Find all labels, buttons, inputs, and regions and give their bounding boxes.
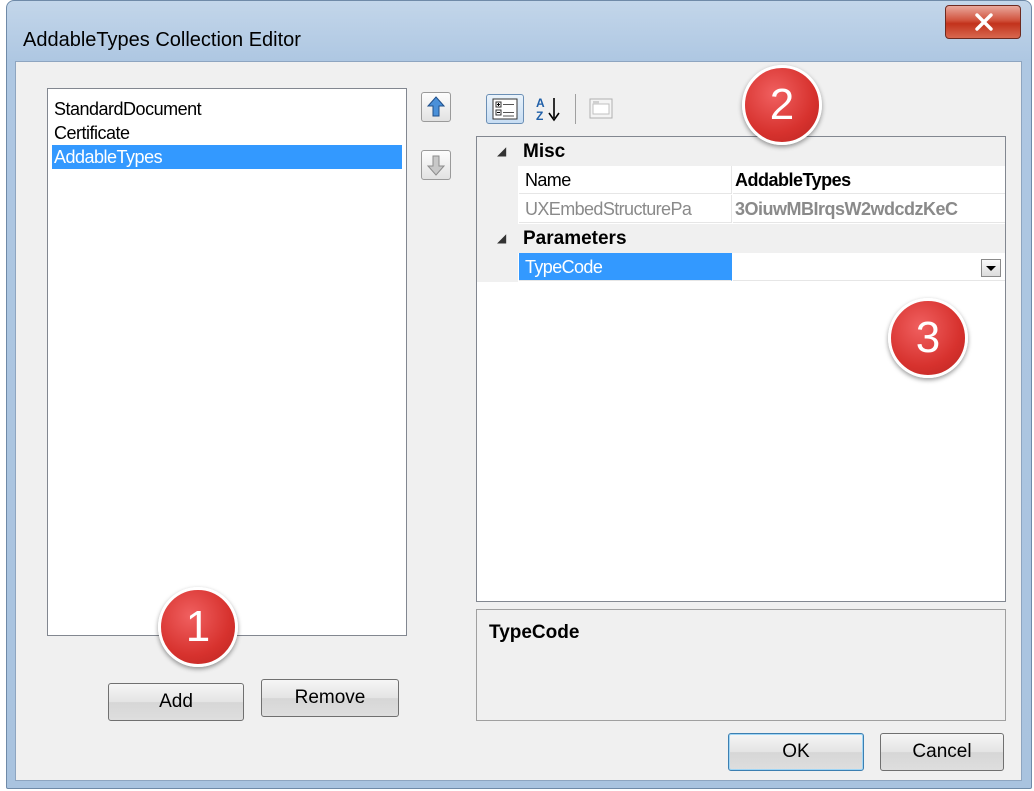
- typecode-value[interactable]: [733, 253, 1005, 281]
- typecode-dropdown-button[interactable]: [981, 259, 1001, 277]
- remove-button[interactable]: Remove: [261, 679, 399, 717]
- toolbar-separator: [575, 94, 576, 124]
- property-value[interactable]: 3OiuwMBIrqsW2wdcdzKeC: [733, 195, 1005, 223]
- sort-alphabetical-icon: A Z: [536, 96, 560, 123]
- close-button[interactable]: [945, 5, 1021, 39]
- alphabetical-button[interactable]: A Z: [532, 94, 568, 124]
- grid-margin: [477, 253, 518, 282]
- svg-text:Z: Z: [536, 109, 543, 123]
- ok-button[interactable]: OK: [728, 733, 864, 771]
- property-pages-button[interactable]: [584, 94, 618, 124]
- property-row-name[interactable]: Name AddableTypes: [477, 166, 1005, 195]
- collapse-triangle-icon[interactable]: ◢: [497, 137, 506, 166]
- property-row-uxembed[interactable]: UXEmbedStructurePa 3OiuwMBIrqsW2wdcdzKeC: [477, 195, 1005, 224]
- list-item-standard-document[interactable]: StandardDocument: [52, 97, 402, 121]
- property-value[interactable]: AddableTypes: [733, 166, 1005, 194]
- collapse-triangle-icon[interactable]: ◢: [497, 224, 506, 253]
- categorized-icon: [492, 98, 518, 120]
- list-item-addable-types[interactable]: AddableTypes: [52, 145, 402, 169]
- category-misc[interactable]: ◢ Misc: [477, 137, 1005, 166]
- add-button[interactable]: Add: [108, 683, 244, 721]
- category-label: Parameters: [523, 228, 627, 249]
- property-name[interactable]: TypeCode: [519, 253, 732, 281]
- annotation-badge-3: 3: [888, 298, 968, 378]
- cancel-button[interactable]: Cancel: [880, 733, 1004, 771]
- category-label: Misc: [523, 141, 566, 162]
- window-title: AddableTypes Collection Editor: [23, 29, 301, 51]
- property-name[interactable]: UXEmbedStructurePa: [519, 195, 732, 223]
- close-icon: [975, 13, 993, 31]
- description-pane: TypeCode: [476, 609, 1006, 721]
- grid-margin: [477, 195, 518, 224]
- category-parameters[interactable]: ◢ Parameters: [477, 224, 1005, 253]
- property-row-typecode[interactable]: TypeCode: [477, 253, 1005, 282]
- collection-editor-dialog: AddableTypes Collection Editor StandardD…: [6, 0, 1032, 789]
- members-list[interactable]: StandardDocument Certificate AddableType…: [47, 88, 407, 636]
- dialog-client-area: StandardDocument Certificate AddableType…: [15, 61, 1022, 781]
- property-pages-icon: [589, 98, 613, 119]
- arrow-down-icon: [427, 155, 445, 176]
- description-title: TypeCode: [489, 622, 580, 643]
- grid-margin: [477, 166, 518, 195]
- list-item-certificate[interactable]: Certificate: [52, 121, 402, 145]
- annotation-badge-2: 2: [742, 65, 822, 145]
- chevron-down-icon: [986, 266, 996, 271]
- arrow-up-icon: [427, 96, 445, 117]
- annotation-badge-1: 1: [158, 587, 238, 667]
- move-down-button[interactable]: [421, 150, 451, 180]
- property-name[interactable]: Name: [519, 166, 732, 194]
- move-up-button[interactable]: [421, 92, 451, 122]
- svg-text:A: A: [536, 96, 545, 110]
- categorized-button[interactable]: [486, 94, 524, 124]
